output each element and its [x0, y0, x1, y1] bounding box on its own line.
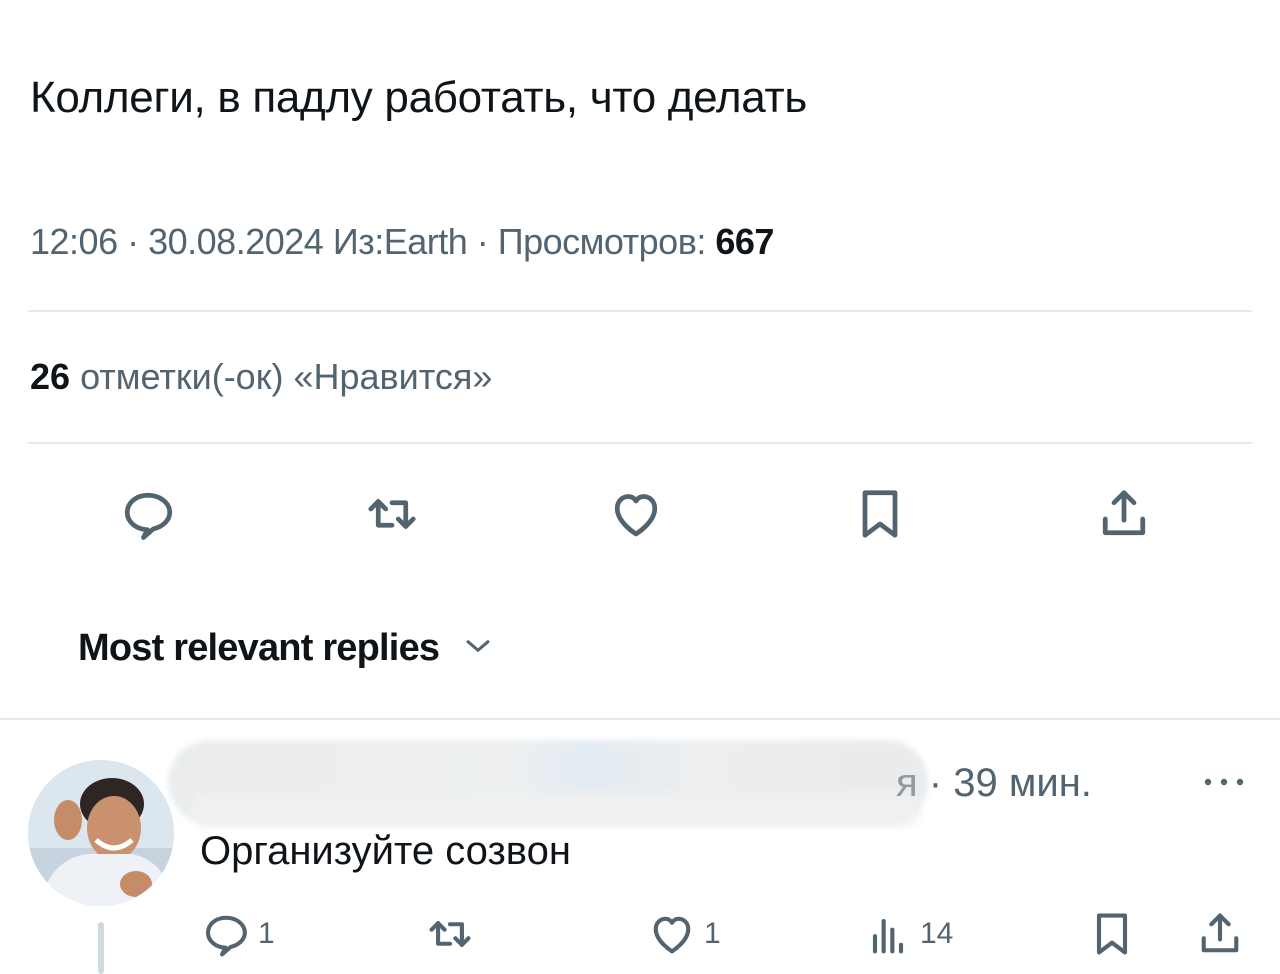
divider-middle: [28, 442, 1252, 444]
reply-views-count: 14: [920, 917, 954, 950]
likes-count: 26: [30, 356, 71, 397]
reply-time[interactable]: 39 мин.: [953, 761, 1092, 805]
replies-sort-label: Most relevant replies: [78, 626, 440, 669]
retweet-icon: [368, 499, 416, 529]
blurred-author-handle: [190, 792, 920, 826]
likes-label: отметки(-ок) «Нравится»: [80, 356, 493, 397]
heart-icon: [614, 494, 658, 537]
reply-icon: [205, 915, 247, 957]
share-icon: [1201, 913, 1239, 953]
reply-retweet-button[interactable]: [424, 908, 476, 960]
reply-bookmark-button[interactable]: [1086, 908, 1138, 960]
reply-meta: я · 39 мин.: [896, 758, 1092, 808]
likes-summary[interactable]: 26 отметки(-ок) «Нравится»: [30, 353, 492, 401]
tweet-text: Коллеги, в падлу работать, что делать: [30, 73, 807, 122]
meta-separator: ·: [127, 221, 149, 262]
meta-separator: ·: [476, 221, 498, 262]
more-options-button[interactable]: [1196, 762, 1252, 802]
replies-sort-dropdown[interactable]: Most relevant replies: [78, 620, 495, 676]
more-icon: [1204, 778, 1244, 786]
reply-separator: ·: [928, 761, 943, 805]
tweet-location: Из:Earth: [332, 221, 468, 262]
reply-button[interactable]: [118, 484, 178, 544]
analytics-icon: [872, 918, 904, 954]
share-button[interactable]: [1094, 484, 1154, 544]
retweet-icon: [429, 921, 471, 947]
bookmark-icon: [1096, 913, 1128, 955]
share-icon: [1102, 490, 1146, 536]
like-button[interactable]: [606, 484, 666, 544]
tweet-meta: 12:06 · 30.08.2024 Из:Earth · Просмотров…: [30, 218, 774, 266]
reply-text: Организуйте созвон: [200, 829, 571, 873]
tweet-time[interactable]: 12:06: [30, 221, 118, 262]
reply-share-button[interactable]: [1194, 908, 1246, 960]
retweet-button[interactable]: [362, 484, 422, 544]
views-count: 667: [715, 221, 774, 262]
bookmark-icon: [862, 490, 898, 538]
reply-like-count: 1: [704, 917, 721, 950]
reply-views-button[interactable]: 14: [862, 908, 953, 960]
heart-icon: [653, 916, 691, 954]
divider-top: [28, 310, 1252, 312]
tweet-date[interactable]: 30.08.2024: [148, 221, 324, 262]
bookmark-button[interactable]: [850, 484, 910, 544]
thread-line: [98, 922, 104, 974]
reply-reply-button[interactable]: 1: [200, 908, 275, 960]
reply-reply-count: 1: [258, 917, 275, 950]
chevron-down-icon: [461, 629, 495, 668]
reply-name-suffix: я: [896, 761, 918, 805]
avatar[interactable]: [28, 760, 174, 906]
views-label: Просмотров:: [497, 221, 707, 262]
divider-replies: [0, 718, 1280, 720]
reply-icon: [124, 492, 173, 540]
reply-like-button[interactable]: 1: [646, 908, 721, 960]
